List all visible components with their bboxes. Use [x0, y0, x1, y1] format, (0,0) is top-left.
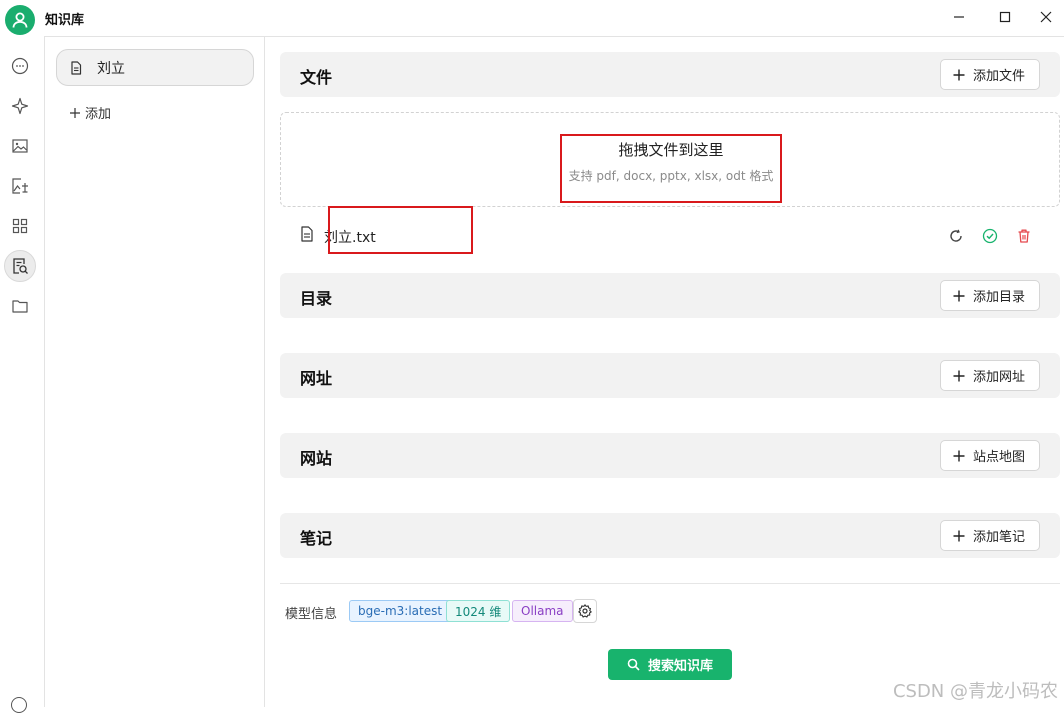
maximize-icon — [999, 11, 1011, 23]
add-kb-label: 添加 — [85, 107, 112, 122]
section-directories: 目录 添加目录 — [280, 273, 1060, 318]
trash-icon — [1018, 229, 1030, 243]
sitemap-button[interactable]: 站点地图 — [939, 440, 1040, 471]
add-directory-label: 添加目录 — [972, 290, 1025, 305]
gear-icon — [578, 604, 592, 618]
close-icon — [1040, 11, 1052, 23]
model-divider — [280, 583, 1060, 584]
add-note-label: 添加笔记 — [972, 530, 1025, 545]
minimize-icon — [954, 16, 964, 18]
search-kb-label: 搜索知识库 — [647, 659, 713, 674]
sidebar-divider — [264, 36, 265, 707]
model-tag-dimension: 1024 维 — [446, 600, 511, 622]
user-avatar[interactable] — [5, 5, 35, 35]
file-text-icon — [301, 226, 313, 242]
plus-icon — [953, 290, 965, 301]
model-info-label: 模型信息 — [285, 607, 338, 622]
watermark: CSDN @青龙小码农 — [892, 681, 1058, 702]
nav-image-edit[interactable] — [5, 171, 35, 201]
delete-file-button[interactable] — [1015, 227, 1033, 245]
add-kb-button[interactable]: 添加 — [69, 103, 111, 122]
section-directories-title: 目录 — [300, 289, 333, 308]
top-divider — [44, 36, 1064, 37]
nav-chat[interactable] — [5, 51, 35, 81]
add-url-label: 添加网址 — [972, 370, 1025, 385]
user-icon — [12, 12, 28, 28]
model-tag-name: bge-m3:latest — [349, 600, 452, 622]
minimize-button[interactable] — [936, 4, 982, 30]
status-ok — [981, 227, 999, 245]
section-notes: 笔记 添加笔记 — [280, 513, 1060, 558]
image-edit-icon — [12, 178, 28, 194]
model-settings-button[interactable] — [573, 599, 597, 623]
nav-apps[interactable] — [5, 211, 35, 241]
title-bar: 知识库 — [0, 0, 1064, 35]
close-button[interactable] — [1028, 4, 1064, 30]
section-files: 文件 添加文件 — [280, 52, 1060, 97]
plus-icon — [953, 530, 965, 541]
nav-images[interactable] — [5, 131, 35, 161]
refresh-icon — [950, 229, 962, 242]
add-url-button[interactable]: 添加网址 — [939, 360, 1040, 391]
chat-icon — [11, 57, 29, 75]
section-urls-title: 网址 — [300, 369, 333, 388]
folder-icon — [12, 300, 28, 313]
search-icon — [627, 658, 640, 671]
grid-icon — [12, 218, 28, 234]
check-circle-icon — [982, 228, 998, 244]
section-notes-title: 笔记 — [300, 529, 333, 548]
iconbar-divider — [44, 36, 45, 707]
nav-knowledge-base[interactable] — [4, 250, 36, 282]
image-icon — [12, 139, 28, 153]
nav-files[interactable] — [5, 291, 35, 321]
section-websites: 网站 站点地图 — [280, 433, 1060, 478]
plus-icon — [953, 370, 965, 381]
search-kb-button[interactable]: 搜索知识库 — [608, 649, 732, 680]
help-icon[interactable] — [11, 697, 27, 713]
plus-icon — [953, 450, 965, 461]
add-file-button[interactable]: 添加文件 — [939, 59, 1040, 90]
section-files-title: 文件 — [300, 68, 333, 87]
add-file-label: 添加文件 — [972, 69, 1025, 84]
add-directory-button[interactable]: 添加目录 — [939, 280, 1040, 311]
reprocess-button[interactable] — [947, 227, 965, 245]
add-note-button[interactable]: 添加笔记 — [939, 520, 1040, 551]
app-title: 知识库 — [45, 13, 85, 28]
knowledge-search-icon — [13, 258, 28, 274]
section-websites-title: 网站 — [300, 449, 333, 468]
document-icon — [71, 60, 82, 75]
nav-assistant[interactable] — [5, 91, 35, 121]
highlight-box-file — [328, 206, 473, 254]
section-urls: 网址 添加网址 — [280, 353, 1060, 398]
sparkle-icon — [11, 97, 29, 115]
sitemap-label: 站点地图 — [972, 450, 1025, 465]
kb-item-selected[interactable]: 刘立 — [56, 49, 254, 86]
kb-item-label: 刘立 — [97, 60, 125, 77]
maximize-button[interactable] — [982, 4, 1028, 30]
model-tag-provider: Ollama — [512, 600, 573, 622]
plus-icon — [953, 69, 965, 80]
plus-icon — [70, 107, 80, 118]
icon-bar — [0, 36, 44, 707]
highlight-box-dropzone — [560, 134, 782, 203]
